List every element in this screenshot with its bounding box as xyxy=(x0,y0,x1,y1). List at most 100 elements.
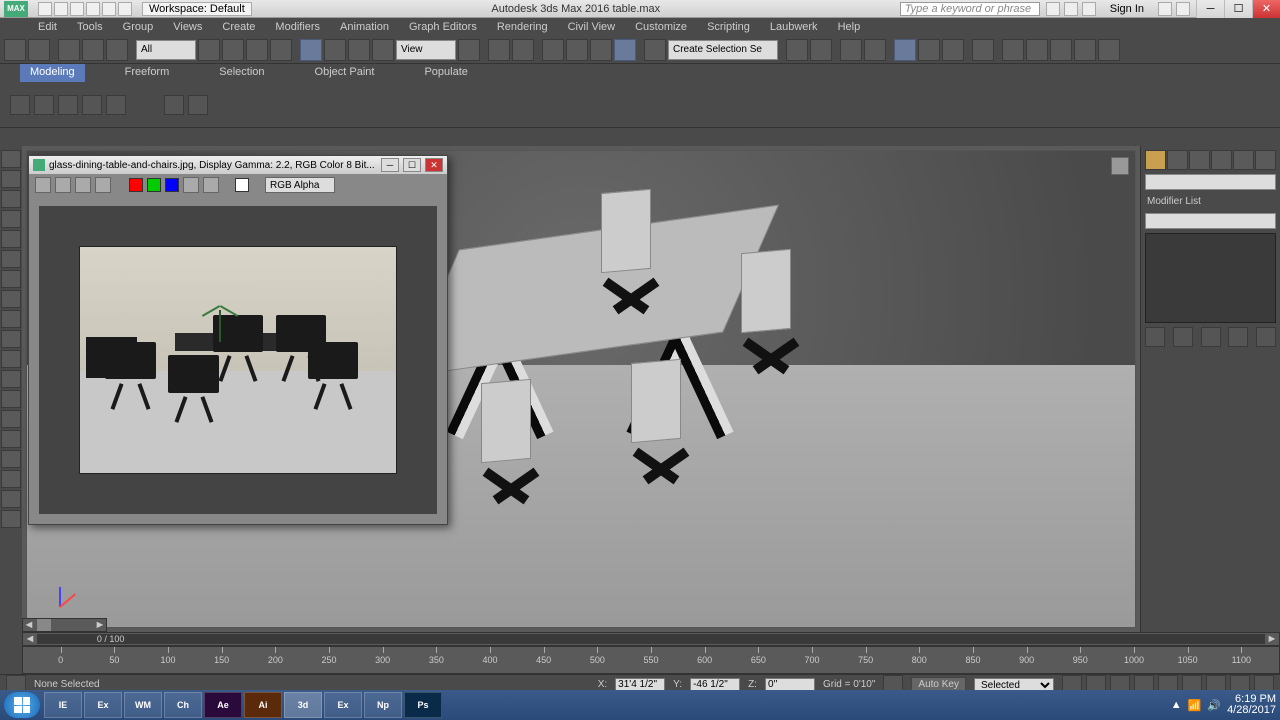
image-viewer-titlebar[interactable]: glass-dining-table-and-chairs.jpg, Displ… xyxy=(29,156,447,174)
lt-btn-9[interactable] xyxy=(1,310,21,328)
menu-scripting[interactable]: Scripting xyxy=(699,19,758,35)
channel-green-icon[interactable] xyxy=(147,178,161,192)
lt-btn-13[interactable] xyxy=(1,390,21,408)
taskbar-app-ai[interactable]: Ai xyxy=(244,692,282,718)
taskbar-app-3d[interactable]: 3d xyxy=(284,692,322,718)
select-icon[interactable] xyxy=(198,39,220,61)
selection-filter[interactable]: All xyxy=(136,40,196,60)
minimize-button[interactable]: ─ xyxy=(1196,0,1224,18)
lt-btn-16[interactable] xyxy=(1,450,21,468)
ribbon-tab-modeling[interactable]: Modeling xyxy=(20,64,85,82)
layers-icon[interactable] xyxy=(840,39,862,61)
channel-blue-icon[interactable] xyxy=(165,178,179,192)
select-region-icon[interactable] xyxy=(246,39,268,61)
motion-tab-icon[interactable] xyxy=(1211,150,1232,170)
menu-views[interactable]: Views xyxy=(165,19,210,35)
menu-laubwerk[interactable]: Laubwerk xyxy=(762,19,826,35)
taskbar-app-wm[interactable]: WM xyxy=(124,692,162,718)
render-setup-icon[interactable] xyxy=(1002,39,1024,61)
layer-explorer-icon[interactable] xyxy=(864,39,886,61)
display-tab-icon[interactable] xyxy=(1233,150,1254,170)
workspace-selector[interactable]: Workspace: Default xyxy=(142,2,252,16)
infocenter-icon[interactable] xyxy=(1046,2,1060,16)
utilities-tab-icon[interactable] xyxy=(1255,150,1276,170)
img-clone-icon[interactable] xyxy=(75,177,91,193)
image-canvas[interactable] xyxy=(39,206,437,514)
img-minimize-button[interactable]: ─ xyxy=(381,158,399,172)
qat-new-icon[interactable] xyxy=(38,2,52,16)
schematic-view-icon[interactable] xyxy=(942,39,964,61)
maximize-button[interactable]: ☐ xyxy=(1224,0,1252,18)
curve-editor-icon[interactable] xyxy=(918,39,940,61)
lt-btn-6[interactable] xyxy=(1,250,21,268)
img-delete-icon[interactable] xyxy=(95,177,111,193)
ribbon-poly-icon[interactable] xyxy=(10,95,30,115)
qat-redo-icon[interactable] xyxy=(102,2,116,16)
rotate-icon[interactable] xyxy=(324,39,346,61)
system-tray[interactable]: ▲ 📶 🔊 6:19 PM 4/28/2017 xyxy=(1171,694,1276,716)
menu-create[interactable]: Create xyxy=(214,19,263,35)
qat-undo-icon[interactable] xyxy=(86,2,100,16)
ribbon-vertex-icon[interactable] xyxy=(58,95,78,115)
time-slider[interactable]: ◄ 0 / 100 ► xyxy=(22,632,1280,646)
align-icon[interactable] xyxy=(810,39,832,61)
taskbar-app-ie[interactable]: IE xyxy=(44,692,82,718)
snap-spinner-icon[interactable] xyxy=(614,39,636,61)
lt-btn-15[interactable] xyxy=(1,430,21,448)
placement-icon[interactable] xyxy=(372,39,394,61)
menu-modifiers[interactable]: Modifiers xyxy=(267,19,328,35)
lt-btn-17[interactable] xyxy=(1,470,21,488)
ribbon-edge-icon[interactable] xyxy=(82,95,102,115)
edit-named-sel-icon[interactable] xyxy=(644,39,666,61)
mirror-icon[interactable] xyxy=(786,39,808,61)
link-icon[interactable] xyxy=(58,39,80,61)
select-name-icon[interactable] xyxy=(222,39,244,61)
named-selection-set[interactable]: Create Selection Se xyxy=(668,40,778,60)
ribbon-toggle2-icon[interactable] xyxy=(188,95,208,115)
menu-customize[interactable]: Customize xyxy=(627,19,695,35)
modifier-list-dropdown[interactable] xyxy=(1145,213,1276,229)
undo-icon[interactable] xyxy=(4,39,26,61)
lt-btn-7[interactable] xyxy=(1,270,21,288)
qat-link-icon[interactable] xyxy=(118,2,132,16)
tray-flag-icon[interactable]: ▲ xyxy=(1171,699,1182,711)
start-button[interactable] xyxy=(4,692,40,718)
time-next-icon[interactable]: ► xyxy=(1265,633,1279,645)
lt-btn-19[interactable] xyxy=(1,510,21,528)
lt-btn-18[interactable] xyxy=(1,490,21,508)
window-crossing-icon[interactable] xyxy=(270,39,292,61)
menu-tools[interactable]: Tools xyxy=(69,19,111,35)
menu-graph-editors[interactable]: Graph Editors xyxy=(401,19,485,35)
search-input[interactable]: Type a keyword or phrase xyxy=(900,2,1040,16)
time-ruler[interactable]: 0501001502002503003504004505005506006507… xyxy=(22,646,1280,674)
clock[interactable]: 6:19 PM 4/28/2017 xyxy=(1227,694,1276,716)
img-save-icon[interactable] xyxy=(35,177,51,193)
favorites-icon[interactable] xyxy=(1082,2,1096,16)
lt-btn-12[interactable] xyxy=(1,370,21,388)
modifier-stack[interactable] xyxy=(1145,233,1276,323)
pin-stack-icon[interactable] xyxy=(1145,327,1165,347)
img-copy-icon[interactable] xyxy=(55,177,71,193)
ribbon-tab-populate[interactable]: Populate xyxy=(414,64,477,82)
signin-button[interactable]: Sign In xyxy=(1102,3,1152,15)
taskbar-app-ch[interactable]: Ch xyxy=(164,692,202,718)
lt-btn-4[interactable] xyxy=(1,210,21,228)
menu-edit[interactable]: Edit xyxy=(30,19,65,35)
object-name-input[interactable] xyxy=(1145,174,1276,190)
ribbon-edit-icon[interactable] xyxy=(34,95,54,115)
taskbar-app-ps[interactable]: Ps xyxy=(404,692,442,718)
make-unique-icon[interactable] xyxy=(1201,327,1221,347)
snap-2d-icon[interactable] xyxy=(542,39,564,61)
channel-alpha-icon[interactable] xyxy=(183,177,199,193)
configure-sets-icon[interactable] xyxy=(1256,327,1276,347)
rendered-frame-icon[interactable] xyxy=(1026,39,1048,61)
help-icon[interactable] xyxy=(1176,2,1190,16)
channel-dropdown[interactable]: RGB Alpha xyxy=(265,177,335,193)
img-maximize-button[interactable]: ☐ xyxy=(403,158,421,172)
channel-red-icon[interactable] xyxy=(129,178,143,192)
tray-volume-icon[interactable]: 🔊 xyxy=(1207,699,1221,712)
menu-rendering[interactable]: Rendering xyxy=(489,19,556,35)
bind-icon[interactable] xyxy=(106,39,128,61)
snap-percent-icon[interactable] xyxy=(590,39,612,61)
lt-btn-10[interactable] xyxy=(1,330,21,348)
